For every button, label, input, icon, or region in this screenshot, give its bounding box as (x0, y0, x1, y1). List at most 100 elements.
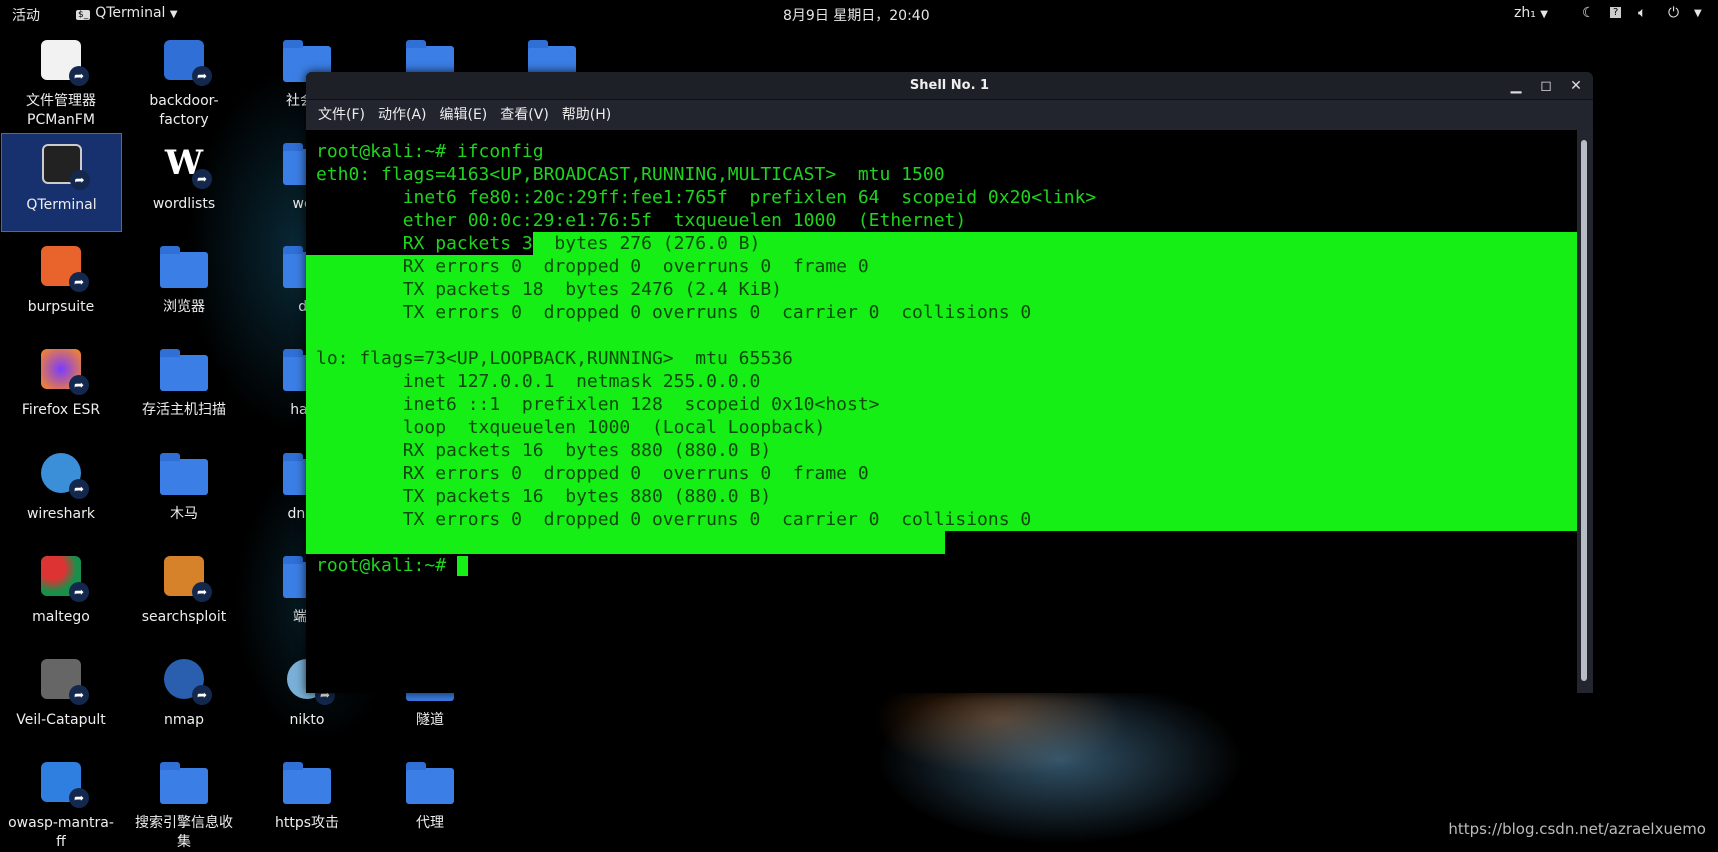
folder-icon (160, 449, 208, 497)
menu-bar: 文件(F) 动作(A) 编辑(E) 查看(V) 帮助(H) (306, 100, 1593, 130)
desktop-icon-label: maltego (32, 609, 90, 625)
desktop-icon[interactable]: ➦ wireshark (5, 449, 117, 524)
desktop-icon-label: owasp-mantra- ff (8, 815, 114, 850)
veil-icon: ➦ (37, 655, 89, 705)
desktop-icon[interactable]: ➦ 文件管理器 PCManFM (5, 36, 117, 130)
title-bar[interactable]: Shell No. 1 ▁ ◻ ✕ (306, 72, 1593, 100)
terminal-line: RX errors 0 dropped 0 overruns 0 frame 0 (316, 463, 869, 484)
desktop-icon-label: burpsuite (27, 299, 95, 315)
terminal-line: inet6 fe80::20c:29ff:fee1:765f prefixlen… (316, 187, 1097, 208)
burpsuite-icon: ➦ (37, 242, 89, 292)
terminal-line: TX errors 0 dropped 0 overruns 0 carrier… (316, 509, 1032, 530)
desktop-icon[interactable]: ➦ maltego (5, 552, 117, 627)
wordlists-icon: W ➦ (160, 139, 212, 189)
desktop-icon[interactable]: ➦ burpsuite (5, 242, 117, 317)
chevron-down-icon: ▼ (1540, 9, 1548, 20)
owasp-icon: ➦ (37, 758, 89, 808)
close-button[interactable]: ✕ (1561, 72, 1591, 100)
maximize-button[interactable]: ◻ (1531, 72, 1561, 100)
language-indicator[interactable]: zh₁ ▼ (1514, 5, 1548, 21)
menu-help[interactable]: 帮助(H) (562, 100, 611, 130)
menu-actions[interactable]: 动作(A) (378, 100, 427, 130)
help-icon[interactable]: ? (1610, 7, 1622, 18)
app-name: QTerminal (95, 5, 166, 21)
shortcut-arrow-icon: ➦ (69, 582, 89, 602)
desktop-icon[interactable]: ➦ QTerminal (1, 133, 122, 232)
desktop-icon[interactable]: 代理 (374, 758, 486, 833)
desktop-icon[interactable]: ➦ backdoor- factory (128, 36, 240, 130)
terminal-line: inet6 ::1 prefixlen 128 scopeid 0x10<hos… (316, 394, 880, 415)
wireshark-icon: ➦ (37, 449, 89, 499)
scrollbar-thumb[interactable] (1581, 140, 1587, 681)
activities-button[interactable]: 活动 (12, 5, 40, 25)
menu-view[interactable]: 查看(V) (500, 100, 549, 130)
terminal-line: inet 127.0.0.1 netmask 255.0.0.0 (316, 371, 761, 392)
desktop-icon-label: 浏览器 (163, 299, 205, 315)
shortcut-arrow-icon: ➦ (192, 582, 212, 602)
desktop-icon-label: Veil-Catapult (16, 712, 106, 728)
terminal-line: TX packets 16 bytes 880 (880.0 B) (316, 486, 772, 507)
desktop-icon[interactable]: ➦ owasp-mantra- ff (5, 758, 117, 852)
desktop-icon-label: 隧道 (416, 712, 444, 728)
desktop-icon-label: nikto (289, 712, 325, 728)
terminal-line: lo: flags=73<UP,LOOPBACK,RUNNING> mtu 65… (316, 348, 793, 369)
app-menu[interactable]: $_ QTerminal ▼ (76, 5, 178, 21)
folder-icon (160, 345, 208, 393)
terminal-line: RX packets 3 bytes 276 (276.0 B) (316, 232, 761, 255)
chevron-down-icon[interactable]: ▼ (1694, 8, 1702, 19)
desktop-icon[interactable]: ➦ Veil-Catapult (5, 655, 117, 730)
terminal-icon: $_ (76, 10, 91, 20)
file-manager-icon: ➦ (37, 36, 89, 86)
terminal-line: TX errors 0 dropped 0 overruns 0 carrier… (316, 302, 1032, 323)
watermark: https://blog.csdn.net/azraelxuemo (1448, 820, 1706, 838)
backdoor-icon: ➦ (160, 36, 212, 86)
menu-file[interactable]: 文件(F) (318, 100, 365, 130)
nmap-icon: ➦ (160, 655, 212, 705)
desktop-icon-label: https攻击 (274, 815, 340, 831)
desktop-icon[interactable]: 木马 (128, 449, 240, 524)
minimize-button[interactable]: ▁ (1501, 72, 1531, 100)
desktop-icon-label: 存活主机扫描 (142, 402, 226, 418)
desktop-icon-label: 代理 (416, 815, 444, 831)
text-cursor (456, 556, 468, 576)
shortcut-arrow-icon: ➦ (192, 685, 212, 705)
terminal-line: RX errors 0 dropped 0 overruns 0 frame 0 (316, 256, 869, 277)
desktop-icon[interactable]: https攻击 (251, 758, 363, 833)
menu-edit[interactable]: 编辑(E) (440, 100, 488, 130)
top-bar: 活动 $_ QTerminal ▼ 8月9日 星期日，20:40 zh₁ ▼ ☾ … (0, 0, 1718, 27)
terminal-line: ether 00:0c:29:e1:76:5f txqueuelen 1000 … (316, 210, 967, 231)
desktop-icon-label: QTerminal (26, 197, 97, 213)
searchsploit-icon: ➦ (160, 552, 212, 602)
desktop-icon[interactable]: W ➦ wordlists (128, 139, 240, 214)
folder-icon (160, 758, 208, 806)
desktop-icon[interactable]: ➦ nmap (128, 655, 240, 730)
firefox-icon: ➦ (37, 345, 89, 395)
language-label: zh₁ (1514, 5, 1536, 21)
desktop-icon-label: nmap (164, 712, 204, 728)
power-icon[interactable]: ⏻ (1668, 5, 1679, 21)
desktop-icon-label: backdoor- factory (149, 93, 219, 128)
desktop-icon[interactable]: ➦ searchsploit (128, 552, 240, 627)
terminal-line: RX packets 16 bytes 880 (880.0 B) (316, 440, 772, 461)
desktop-icon[interactable]: ➦ Firefox ESR (5, 345, 117, 420)
shortcut-arrow-icon: ➦ (192, 66, 212, 86)
terminal-line: root@kali:~# (316, 555, 457, 576)
window-title: Shell No. 1 (909, 78, 990, 93)
terminal-window[interactable]: Shell No. 1 ▁ ◻ ✕ 文件(F) 动作(A) 编辑(E) 查看(V) 帮助… (306, 72, 1593, 693)
clock[interactable]: 8月9日 星期日，20:40 (783, 5, 930, 25)
night-light-icon[interactable]: ☾ (1582, 5, 1595, 21)
shortcut-arrow-icon: ➦ (69, 788, 89, 808)
desktop-icon-label: 木马 (170, 506, 198, 522)
folder-icon (283, 758, 331, 806)
terminal-line: loop txqueuelen 1000 (Local Loopback) (316, 417, 826, 438)
terminal-output[interactable]: root@kali:~# ifconfig eth0: flags=4163<UP… (306, 130, 1577, 693)
scrollbar[interactable] (1577, 130, 1593, 693)
desktop-icon[interactable]: 存活主机扫描 (128, 345, 240, 420)
desktop-icon[interactable]: 搜索引擎信息收 集 (128, 758, 240, 852)
volume-icon[interactable]: 🔈︎ (1638, 5, 1646, 21)
shortcut-arrow-icon: ➦ (192, 169, 212, 189)
shortcut-arrow-icon: ➦ (69, 375, 89, 395)
folder-icon (160, 242, 208, 290)
desktop-icon[interactable]: 浏览器 (128, 242, 240, 317)
desktop-icon-label: searchsploit (141, 609, 227, 625)
